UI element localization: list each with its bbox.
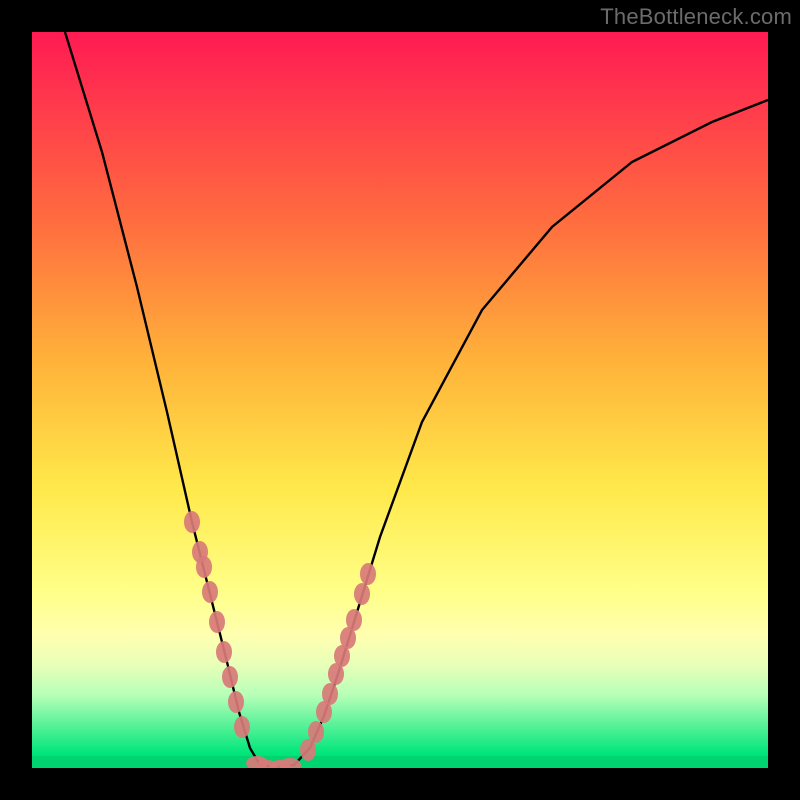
data-point [234,716,250,738]
plot-area [32,32,768,768]
data-point [216,641,232,663]
data-point [196,556,212,578]
dots-bottom [246,756,301,768]
data-point [228,691,244,713]
data-point [360,563,376,585]
data-point [202,581,218,603]
bottleneck-curve [65,32,768,767]
data-point [354,583,370,605]
dots-right-branch [300,563,376,761]
data-point [308,721,324,743]
bottleneck-chart [32,32,768,768]
data-point [346,609,362,631]
watermark-text: TheBottleneck.com [600,4,792,30]
dots-left-branch [184,511,250,738]
data-point [184,511,200,533]
data-point [209,611,225,633]
data-point [222,666,238,688]
data-point [322,683,338,705]
